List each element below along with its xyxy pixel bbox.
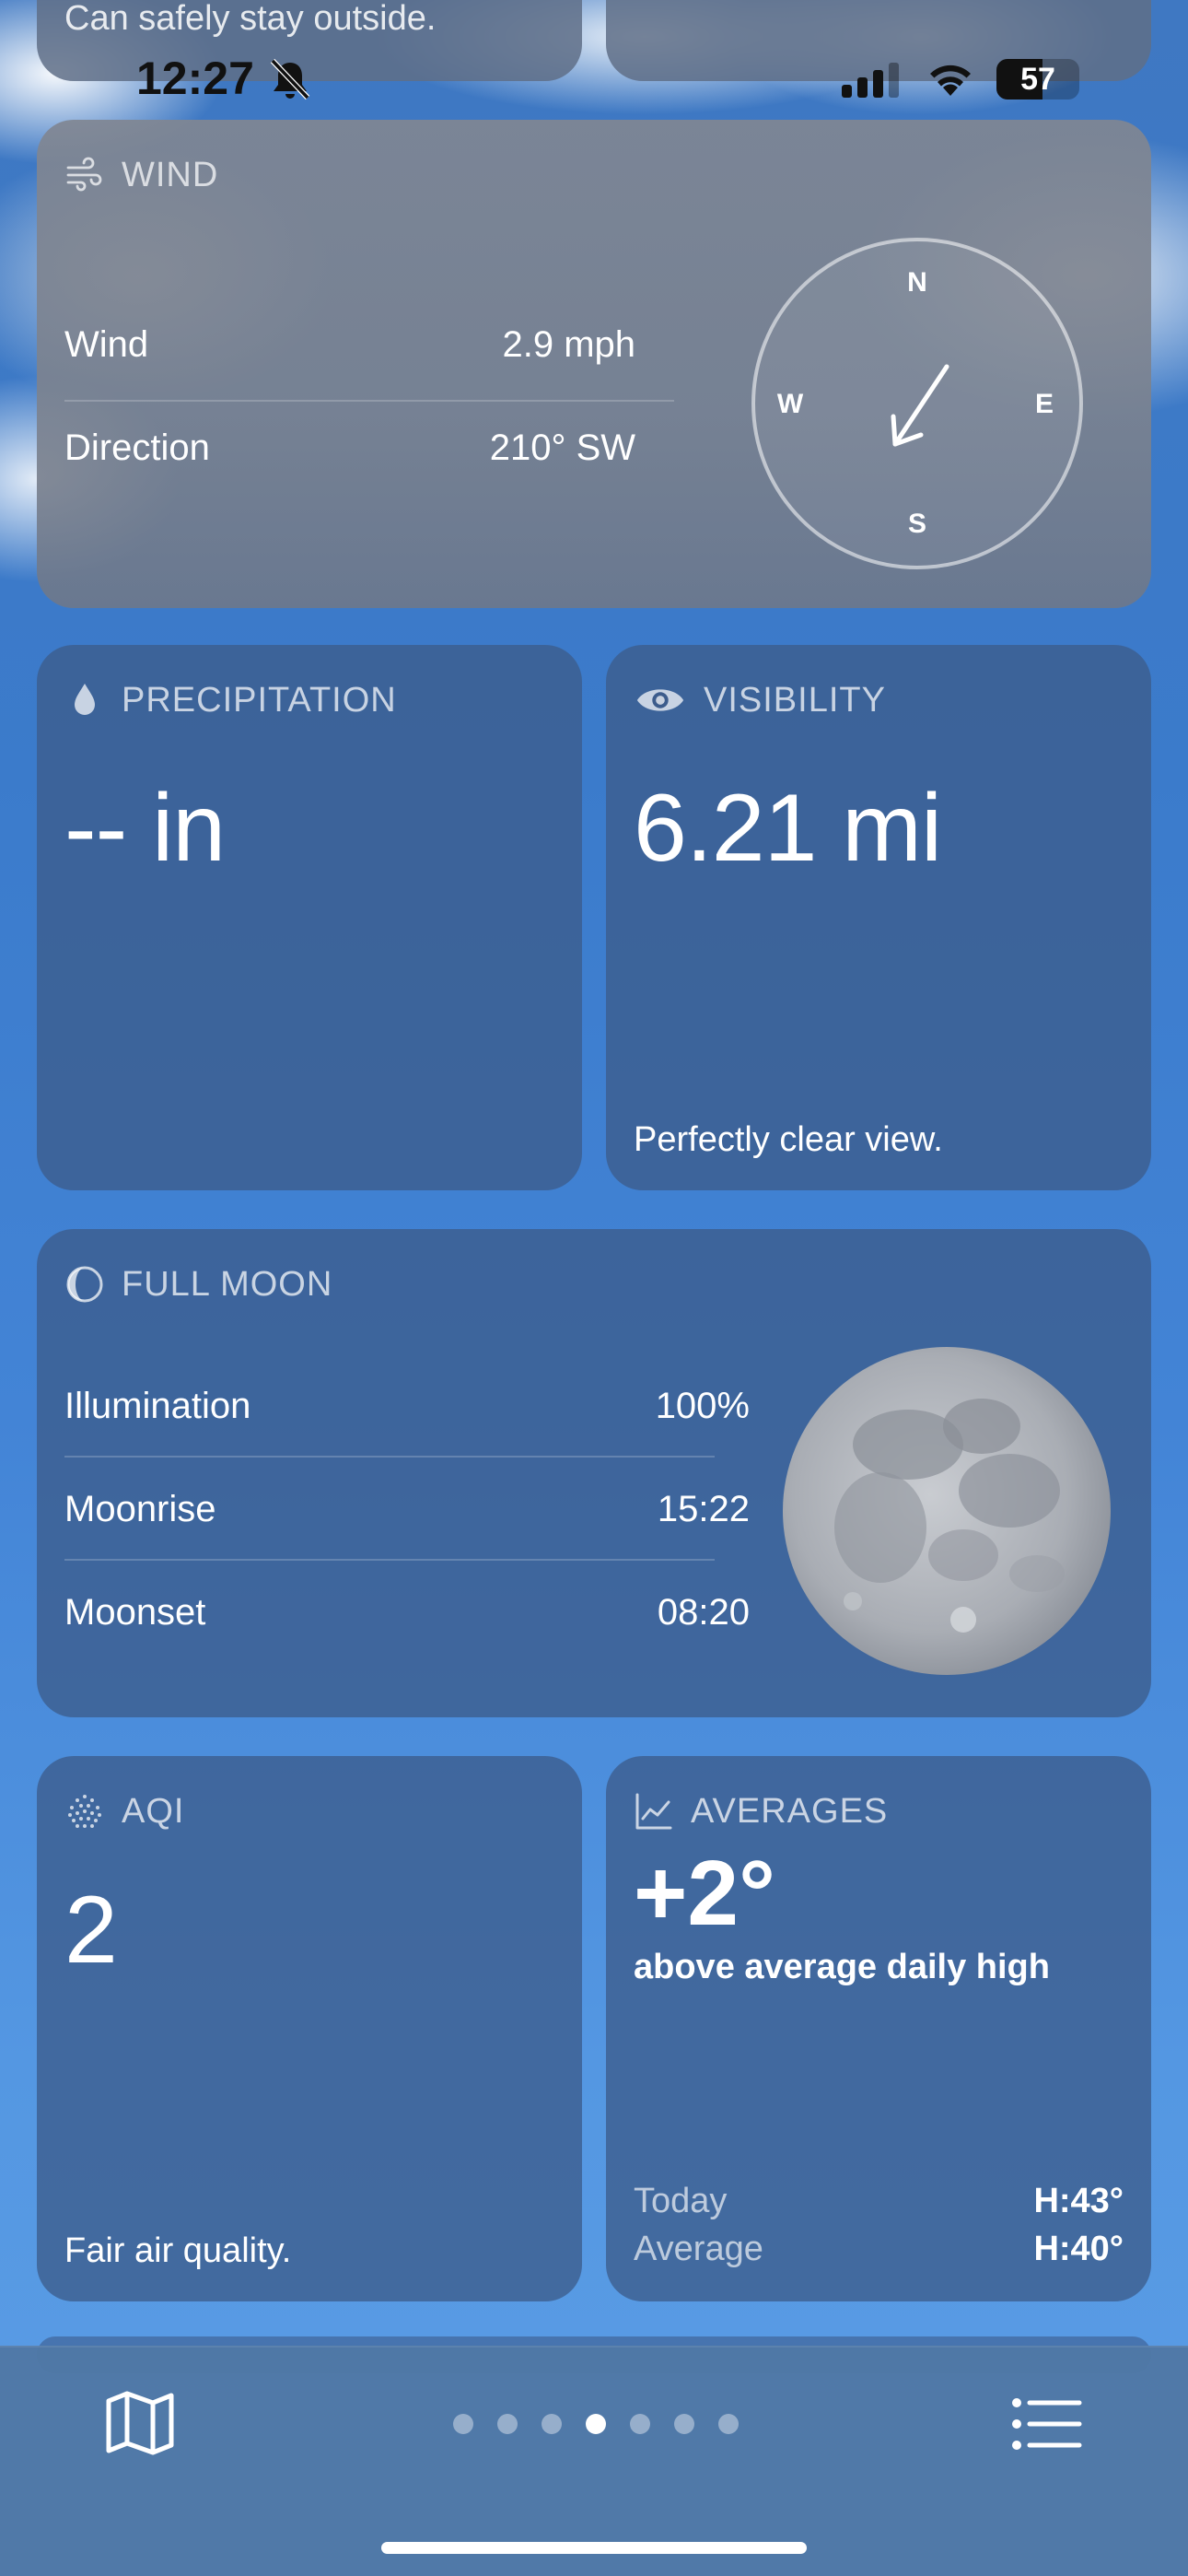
averages-description: above average daily high bbox=[634, 1948, 1050, 1986]
visibility-description: Perfectly clear view. bbox=[634, 1120, 943, 1159]
aqi-description: Fair air quality. bbox=[64, 2231, 292, 2270]
wind-speed-value: 2.9 mph bbox=[502, 324, 635, 365]
compass-east: E bbox=[1035, 389, 1054, 419]
page-dot-1[interactable] bbox=[453, 2414, 473, 2434]
aqi-dots-icon bbox=[68, 1795, 101, 1828]
illumination-label: Illumination bbox=[64, 1386, 251, 1426]
compass-west: W bbox=[777, 389, 804, 419]
wind-compass: N E S W bbox=[751, 238, 1083, 569]
bell-slash-icon bbox=[270, 58, 310, 100]
precipitation-value: -- in bbox=[64, 775, 226, 882]
wind-icon bbox=[66, 157, 102, 192]
moon-header: FULL MOON bbox=[64, 1264, 332, 1305]
averages-header: AVERAGES bbox=[634, 1791, 888, 1832]
compass-south: S bbox=[908, 509, 926, 539]
status-bar: 12:27 57 bbox=[0, 0, 1188, 138]
trend-chart-icon bbox=[635, 1793, 672, 1830]
averages-average-value: H:40° bbox=[1033, 2230, 1124, 2268]
moonrise-label: Moonrise bbox=[64, 1489, 216, 1529]
home-indicator[interactable] bbox=[381, 2542, 807, 2554]
precipitation-header: PRECIPITATION bbox=[64, 680, 397, 720]
moon-image bbox=[783, 1347, 1111, 1675]
page-dot-6[interactable] bbox=[674, 2414, 694, 2434]
map-icon[interactable] bbox=[103, 2388, 177, 2458]
visibility-title: VISIBILITY bbox=[704, 680, 886, 720]
moonrise-value: 15:22 bbox=[657, 1489, 750, 1529]
moonset-label: Moonset bbox=[64, 1592, 206, 1633]
compass-north: N bbox=[907, 267, 927, 298]
wind-card[interactable]: WIND Wind 2.9 mph Direction 210° SW N E … bbox=[37, 120, 1151, 608]
aqi-title: AQI bbox=[122, 1791, 185, 1831]
page-dot-7[interactable] bbox=[718, 2414, 739, 2434]
wind-direction-label: Direction bbox=[64, 427, 210, 468]
moon-divider-1 bbox=[64, 1456, 715, 1458]
aqi-value: 2 bbox=[64, 1877, 118, 1984]
wind-divider bbox=[64, 400, 674, 402]
averages-today-value: H:43° bbox=[1033, 2182, 1124, 2220]
averages-average-label: Average bbox=[634, 2230, 763, 2268]
page-dot-5[interactable] bbox=[630, 2414, 650, 2434]
status-time: 12:27 bbox=[136, 53, 254, 104]
page-dot-4-active[interactable] bbox=[586, 2414, 606, 2434]
wind-direction-value: 210° SW bbox=[489, 427, 635, 468]
page-dot-2[interactable] bbox=[497, 2414, 518, 2434]
visibility-value: 6.21 mi bbox=[634, 775, 942, 882]
visibility-card[interactable]: VISIBILITY 6.21 mi Perfectly clear view. bbox=[606, 645, 1151, 1190]
eye-icon bbox=[636, 689, 684, 711]
moonset-value: 08:20 bbox=[657, 1592, 750, 1633]
illumination-value: 100% bbox=[655, 1386, 750, 1426]
raindrop-icon bbox=[75, 684, 95, 715]
cellular-signal-icon bbox=[842, 63, 899, 98]
moon-card[interactable]: FULL MOON Illumination 100% Moonrise 15:… bbox=[37, 1229, 1151, 1717]
page-dot-3[interactable] bbox=[542, 2414, 562, 2434]
moon-phase-icon bbox=[66, 1266, 103, 1303]
averages-title: AVERAGES bbox=[691, 1791, 889, 1831]
moon-divider-2 bbox=[64, 1559, 715, 1561]
wind-speed-label: Wind bbox=[64, 324, 149, 365]
averages-value: +2° bbox=[634, 1842, 776, 1945]
wifi-icon bbox=[930, 64, 971, 96]
battery-level: 57 bbox=[1020, 62, 1055, 97]
visibility-header: VISIBILITY bbox=[634, 680, 886, 720]
averages-today-label: Today bbox=[634, 2182, 728, 2220]
wind-header: WIND bbox=[64, 155, 218, 195]
precipitation-title: PRECIPITATION bbox=[122, 680, 397, 720]
wind-title: WIND bbox=[122, 155, 219, 194]
aqi-header: AQI bbox=[64, 1791, 184, 1832]
precipitation-card[interactable]: PRECIPITATION -- in bbox=[37, 645, 582, 1190]
aqi-card[interactable]: AQI 2 Fair air quality. bbox=[37, 1756, 582, 2301]
averages-card[interactable]: AVERAGES +2° above average daily high To… bbox=[606, 1756, 1151, 2301]
battery-icon: 57 bbox=[996, 59, 1079, 100]
moon-title: FULL MOON bbox=[122, 1264, 333, 1304]
list-icon[interactable] bbox=[1011, 2395, 1085, 2453]
